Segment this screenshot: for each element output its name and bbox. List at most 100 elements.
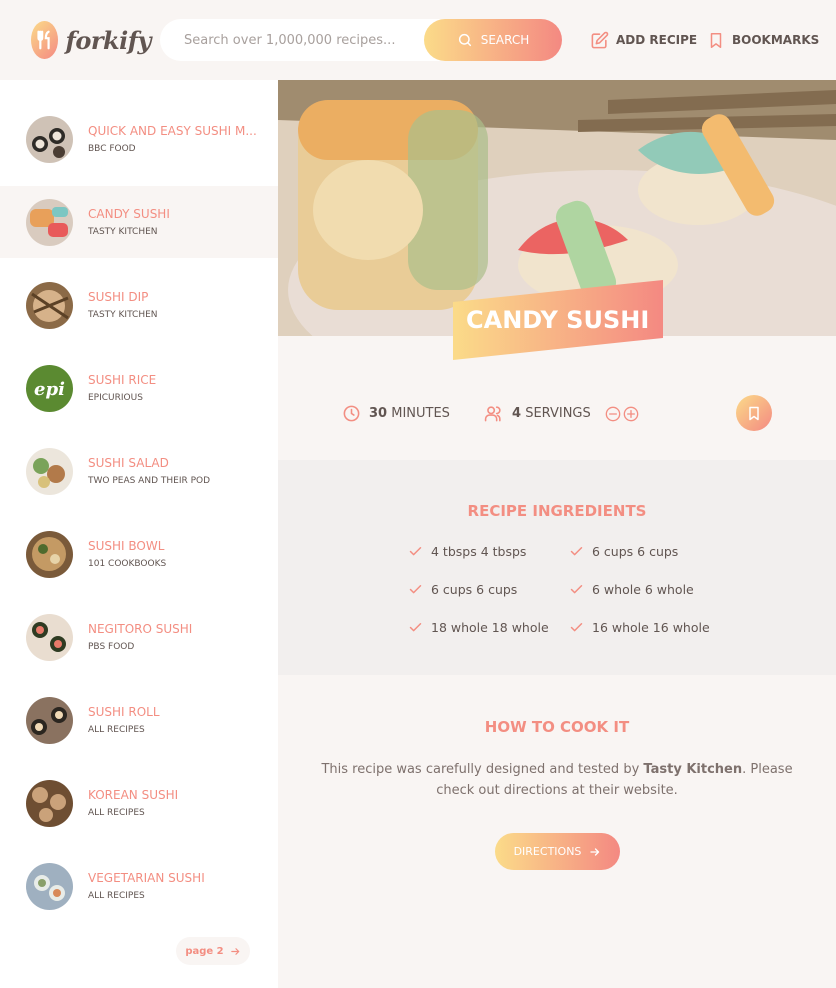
recipe-thumbnail	[26, 613, 73, 661]
recipe-details: 30 MINUTES 4 SERVINGS	[278, 336, 836, 460]
directions-text-start: This recipe was carefully designed and t…	[321, 762, 644, 777]
result-title: QUICK AND EASY SUSHI M...	[88, 124, 257, 138]
result-title: SUSHI DIP	[88, 290, 149, 304]
recipe-thumbnail	[26, 198, 73, 246]
result-title: VEGETARIAN SUSHI	[88, 871, 205, 885]
cooking-time: 30 MINUTES	[342, 404, 450, 423]
result-item[interactable]: epi SUSHI RICE EPICURIOUS	[0, 352, 278, 424]
check-icon	[409, 623, 422, 632]
bookmark-icon	[710, 32, 722, 48]
ingredient-text: 6 cups 6 cups	[431, 582, 518, 597]
logo[interactable]: forkify	[31, 21, 151, 59]
recipe-thumbnail	[26, 530, 73, 578]
result-publisher: TASTY KITCHEN	[88, 227, 158, 237]
servings-value: 4	[512, 406, 522, 421]
result-publisher: ALL RECIPES	[88, 891, 145, 901]
result-publisher: PBS FOOD	[88, 642, 135, 652]
check-icon	[570, 623, 583, 632]
ingredient-item: 6 cups 6 cups	[408, 582, 517, 597]
directions-button[interactable]: DIRECTIONS	[495, 833, 620, 870]
fork-knife-icon	[31, 21, 58, 59]
check-icon	[409, 585, 422, 594]
ingredient-item: 16 whole 16 whole	[569, 620, 710, 635]
result-item[interactable]: VEGETARIAN SUSHI ALL RECIPES	[0, 850, 278, 922]
ingredients-section: RECIPE INGREDIENTS 4 tbsps 4 tbsps 6 cup…	[278, 460, 836, 675]
search-results: QUICK AND EASY SUSHI M... BBC FOOD CANDY…	[0, 80, 278, 988]
users-icon	[484, 406, 501, 422]
ingredient-item: 6 cups 6 cups	[569, 544, 678, 559]
directions-text: This recipe was carefully designed and t…	[318, 759, 796, 801]
result-title: NEGITORO SUSHI	[88, 622, 193, 636]
minutes-label: MINUTES	[391, 406, 450, 421]
directions-title: HOW TO COOK IT	[484, 718, 630, 736]
recipe-view: CANDY SUSHI 30 MINUTES 4 SERVINGS RECIPE…	[278, 80, 836, 988]
result-publisher: ALL RECIPES	[88, 725, 145, 735]
ingredient-text: 18 whole 18 whole	[431, 620, 549, 635]
recipe-thumbnail	[26, 281, 73, 329]
result-publisher: TWO PEAS AND THEIR POD	[88, 476, 211, 486]
ingredient-text: 6 whole 6 whole	[592, 582, 694, 597]
result-item[interactable]: SUSHI ROLL ALL RECIPES	[0, 684, 278, 756]
recipe-thumbnail	[26, 447, 73, 495]
result-title: SUSHI RICE	[88, 373, 157, 387]
search-button-label: SEARCH	[480, 33, 530, 47]
result-item-active[interactable]: CANDY SUSHI TASTY KITCHEN	[0, 186, 278, 258]
next-page-label: page 2	[185, 945, 224, 957]
result-title: SUSHI BOWL	[88, 539, 165, 553]
add-recipe-button[interactable]: ADD RECIPE	[590, 30, 697, 50]
check-icon	[570, 547, 583, 556]
result-publisher: TASTY KITCHEN	[88, 310, 158, 320]
recipe-thumbnail: epi	[26, 364, 73, 412]
recipe-thumbnail	[26, 779, 73, 827]
logo-text: forkify	[65, 25, 152, 55]
bookmarks-button[interactable]: BOOKMARKS	[707, 30, 819, 50]
directions-publisher: Tasty Kitchen	[643, 762, 743, 777]
next-page-button[interactable]: page 2	[176, 937, 250, 965]
header: forkify SEARCH ADD RECIPE BOOKMARKS	[0, 0, 836, 80]
ingredient-item: 4 tbsps 4 tbsps	[408, 544, 526, 559]
result-item[interactable]: NEGITORO SUSHI PBS FOOD	[0, 601, 278, 673]
result-publisher: EPICURIOUS	[88, 393, 143, 403]
recipe-title-text: CANDY SUSHI	[466, 306, 650, 335]
search-icon	[458, 33, 471, 47]
result-item[interactable]: SUSHI DIP TASTY KITCHEN	[0, 269, 278, 341]
check-icon	[570, 585, 583, 594]
recipe-thumbnail	[26, 115, 73, 163]
ingredient-text: 16 whole 16 whole	[592, 620, 710, 635]
ingredient-item: 6 whole 6 whole	[569, 582, 694, 597]
directions-button-label: DIRECTIONS	[513, 845, 582, 858]
search-form: SEARCH	[160, 19, 562, 61]
servings: 4 SERVINGS	[483, 404, 639, 423]
recipe-thumbnail	[26, 696, 73, 744]
result-item[interactable]: SUSHI BOWL 101 COOKBOOKS	[0, 518, 278, 590]
result-title: SUSHI ROLL	[88, 705, 160, 719]
search-button[interactable]: SEARCH	[424, 19, 562, 61]
add-recipe-label: ADD RECIPE	[616, 33, 698, 47]
ingredient-text: 6 cups 6 cups	[592, 544, 679, 559]
bookmark-icon	[749, 406, 759, 420]
arrow-right-icon	[590, 847, 600, 856]
minutes-value: 30	[369, 406, 388, 421]
result-title: KOREAN SUSHI	[88, 788, 179, 802]
result-item[interactable]: QUICK AND EASY SUSHI M... BBC FOOD	[0, 103, 278, 175]
result-item[interactable]: KOREAN SUSHI ALL RECIPES	[0, 767, 278, 839]
result-publisher: ALL RECIPES	[88, 808, 145, 818]
result-publisher: 101 COOKBOOKS	[88, 559, 167, 569]
search-input[interactable]	[184, 19, 419, 61]
bookmark-button[interactable]	[736, 395, 772, 431]
ingredient-item: 18 whole 18 whole	[408, 620, 549, 635]
minus-circle-icon[interactable]	[605, 406, 621, 422]
check-icon	[409, 547, 422, 556]
bookmarks-label: BOOKMARKS	[732, 33, 820, 47]
servings-label: SERVINGS	[525, 406, 591, 421]
svg-text:epi: epi	[34, 379, 65, 400]
arrow-right-icon	[230, 947, 239, 955]
recipe-thumbnail	[26, 862, 73, 910]
plus-circle-icon[interactable]	[623, 406, 639, 422]
result-item[interactable]: SUSHI SALAD TWO PEAS AND THEIR POD	[0, 435, 278, 507]
result-title: SUSHI SALAD	[88, 456, 169, 470]
clock-icon	[343, 405, 360, 422]
result-publisher: BBC FOOD	[88, 144, 136, 154]
directions-section: HOW TO COOK IT This recipe was carefully…	[278, 675, 836, 988]
ingredient-text: 4 tbsps 4 tbsps	[431, 544, 527, 559]
